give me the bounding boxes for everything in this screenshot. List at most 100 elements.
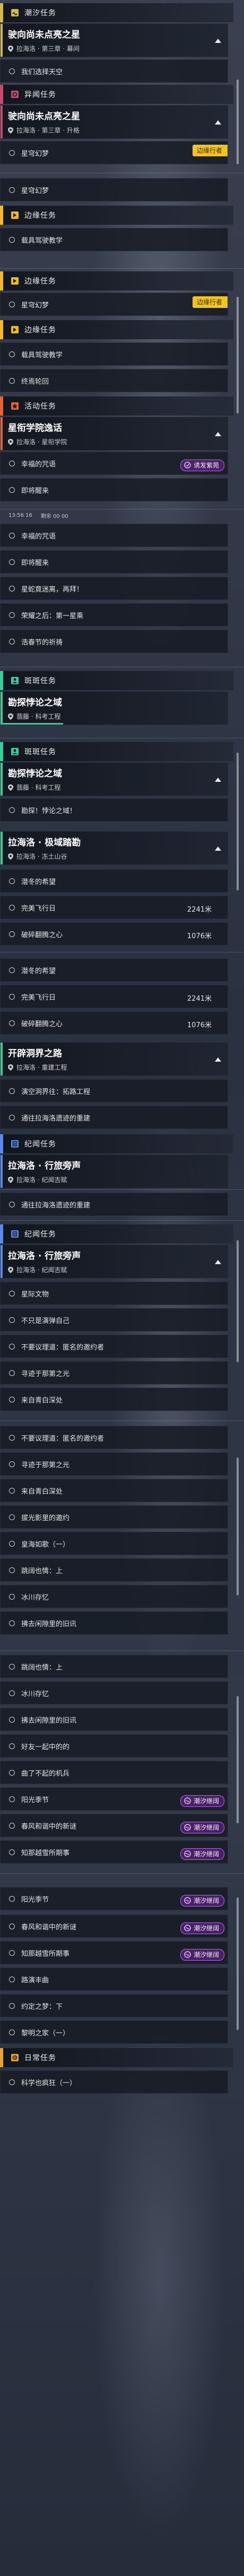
task-item[interactable]: 春风和谐中的新谜 潮汐继阔 (0, 1915, 228, 1938)
scrollbar-thumb[interactable] (237, 297, 239, 413)
scrollbar-thumb[interactable] (237, 1898, 239, 2030)
scrollbar-thumb[interactable] (237, 1696, 239, 1823)
task-item[interactable]: 浩春节的祈祷 (0, 630, 228, 653)
task-item[interactable]: 通往拉海洛遗迹的重建 (0, 1193, 228, 1216)
task-item[interactable]: 路演丰曲 (0, 1968, 228, 1991)
mission-list[interactable]: 潮汐任务 驶向尚未点亮之星 拉海洛 · 第三章 · 幕间 我们选择天空 异闻任务… (0, 0, 244, 2576)
task-item[interactable]: 潜冬的希望 (0, 869, 228, 893)
task-item[interactable]: 载具驾驶教学 (0, 228, 228, 251)
collapse-arrow-icon[interactable] (215, 1057, 221, 1062)
task-item[interactable]: 来自青白深处 (0, 1388, 228, 1411)
task-item[interactable]: 不要议理道：匿名的邀约者 (0, 1426, 228, 1449)
task-item[interactable]: 幸福的咒语 (0, 524, 228, 547)
task-item[interactable]: 知那越雪所期事 潮汐继阔 (0, 1941, 228, 1964)
task-item[interactable]: 演空洞界往：拓路工程 (0, 1079, 228, 1102)
scrollbar-thumb[interactable] (237, 80, 239, 164)
task-item[interactable]: 即将醒来 (0, 550, 228, 574)
section-header-jiyu[interactable]: 纪闻任务 (0, 1224, 233, 1243)
task-item[interactable]: 阳光季节 潮汐继阔 (0, 1787, 228, 1811)
task-item[interactable]: 阳光季节 潮汐继阔 (0, 1887, 228, 1910)
collapse-arrow-icon[interactable] (215, 39, 221, 43)
task-item[interactable]: 春风和谐中的新谜 潮汐继阔 (0, 1814, 228, 1837)
task-item[interactable]: 不只是演弹自己 (0, 1308, 228, 1331)
section-header-bianyuan[interactable]: 边缘任务 (0, 206, 233, 225)
task-item[interactable]: 不要议理道：匿名的邀约者 (0, 1335, 228, 1358)
task-item[interactable]: 约定之梦：下 (0, 1994, 228, 2017)
section-header-huodong[interactable]: 活动任务 (0, 396, 233, 416)
tide-pill[interactable]: 潮汐继阔 (180, 1795, 224, 1807)
collapse-arrow-icon[interactable] (215, 432, 221, 436)
task-item[interactable]: 冰川存忆 (0, 1585, 228, 1608)
task-bullet-icon (9, 1796, 15, 1802)
mission-card[interactable]: 驶向尚未点亮之星 拉海洛 · 第三章 · 升格 (0, 105, 228, 139)
task-item[interactable]: 跳阔也情：上 (0, 1655, 228, 1678)
task-item[interactable]: 潜冬的希望 (0, 958, 228, 982)
task-item[interactable]: 终焉轮回 (0, 369, 228, 392)
section-header-banban[interactable]: 斑斑任务 (0, 671, 233, 690)
task-item[interactable]: 来自青白深处 (0, 1479, 228, 1502)
task-item[interactable]: 星穹幻梦 边缘行者 (0, 293, 228, 316)
task-item[interactable]: 星蛇竟迷离，再拜！ (0, 577, 228, 600)
mission-card[interactable]: 驶向尚未点亮之星 拉海洛 · 第三章 · 幕间 (0, 23, 228, 57)
task-item[interactable]: 完美飞行日 2241米 (0, 896, 228, 919)
task-item[interactable]: 拂去闲隙里的旧讯 (0, 1708, 228, 1731)
task-item[interactable]: 知那越雪所期事 潮汐继阔 (0, 1840, 228, 1864)
task-item[interactable]: 曲了不起的机兵 (0, 1761, 228, 1784)
tide-pill[interactable]: 潮汐继阔 (180, 1822, 224, 1833)
task-item[interactable]: 载具驾驶教学 (0, 342, 228, 366)
mission-card[interactable]: 拉海洛 · 行旅旁声 拉海洛 · 纪闻吉赋 (0, 1245, 228, 1278)
section-header-bianyuan[interactable]: 边缘任务 (0, 271, 233, 290)
task-item[interactable]: 科学也疯狂（一） (0, 2070, 228, 2094)
task-item[interactable]: 寻迹于那第之光 (0, 1361, 228, 1384)
task-item[interactable]: 幸福的咒语 诱发紫苑 (0, 452, 228, 475)
section-header-jiyu[interactable]: 纪闻任务 (0, 1134, 233, 1153)
tide-pill[interactable]: 潮汐继阔 (180, 1848, 224, 1860)
task-item[interactable]: 好友一起中的的 (0, 1734, 228, 1758)
mission-card[interactable]: 拉海洛 · 行旅旁声 拉海洛 · 纪闻吉赋 (0, 1154, 228, 1188)
task-item[interactable]: 通往拉海洛遗迹的重建 (0, 1106, 228, 1129)
task-item[interactable]: 跳阔也情：上 (0, 1558, 228, 1582)
task-bullet-icon (9, 301, 15, 307)
section-header-yiwen[interactable]: 异闻任务 (0, 85, 233, 104)
tide-pill[interactable]: 潮汐继阔 (180, 1949, 224, 1961)
scrollbar-thumb[interactable] (237, 1458, 239, 1595)
scrollbar-thumb[interactable] (237, 753, 239, 890)
section-header-banban[interactable]: 斑斑任务 (0, 742, 233, 761)
task-item[interactable]: 拂去闲隙里的旧讯 (0, 1611, 228, 1635)
location-pin-icon (8, 438, 13, 445)
mission-card[interactable]: 拉海洛 · 极域踏勘 拉海洛 · 冻土山谷 (0, 831, 228, 865)
task-item[interactable]: 皇海如歌（一） (0, 1532, 228, 1555)
mission-card[interactable]: 勘探悖论之域 翡藤 · 科考工程 (0, 762, 228, 796)
task-item[interactable]: 寻迹于那第之光 (0, 1452, 228, 1476)
mission-card[interactable]: 开辟洞界之路 拉海洛 · 重建工程 (0, 1042, 228, 1076)
section-header-richang[interactable]: 日常任务 (0, 2048, 233, 2067)
task-item[interactable]: 星穹幻梦 (0, 178, 228, 201)
tide-pill[interactable]: 潮汐继阔 (180, 1922, 224, 1934)
tide-pill[interactable]: 潮汐继阔 (180, 1895, 224, 1907)
collapse-arrow-icon[interactable] (215, 846, 221, 851)
task-item[interactable]: 荣耀之后：第一星乘 (0, 603, 228, 627)
task-item[interactable]: 星穹幻梦 边缘行者 (0, 141, 228, 164)
mission-color-bar (1, 1245, 3, 1278)
task-item[interactable]: 破碎翻腾之心 1076米 (0, 922, 228, 946)
mission-card[interactable]: 勘探悖论之域 翡藤 · 科考工程 (0, 691, 228, 725)
task-item[interactable]: 拔光影里的邀约 (0, 1505, 228, 1529)
section-header-chaoxi[interactable]: 潮汐任务 (0, 3, 233, 22)
task-item[interactable]: 勘探！悖论之域！ (0, 798, 228, 822)
task-item[interactable]: 冰川存忆 (0, 1681, 228, 1705)
task-item[interactable]: 即将醒来 (0, 478, 228, 501)
scrollbar-thumb[interactable] (237, 1240, 239, 1362)
task-item[interactable]: 完美飞行日 2241米 (0, 985, 228, 1008)
task-label: 破碎翻腾之心 (21, 931, 63, 939)
trigger-pill[interactable]: 诱发紫苑 (180, 460, 224, 471)
task-item[interactable]: 星际文物 (0, 1282, 228, 1305)
task-item[interactable]: 破碎翻腾之心 1076米 (0, 1011, 228, 1035)
collapse-arrow-icon[interactable] (215, 120, 221, 125)
collapse-arrow-icon[interactable] (215, 1260, 221, 1264)
collapse-arrow-icon[interactable] (215, 778, 221, 782)
section-header-bianyuan[interactable]: 边缘任务 (0, 320, 233, 339)
task-item[interactable]: 我们选择天空 (0, 59, 228, 83)
mission-card[interactable]: 星衔学院逸话 拉海洛 · 星衔学院 (0, 417, 228, 451)
task-item[interactable]: 黎明之家（一） (0, 2021, 228, 2044)
task-label: 科学也疯狂（一） (21, 2079, 77, 2087)
